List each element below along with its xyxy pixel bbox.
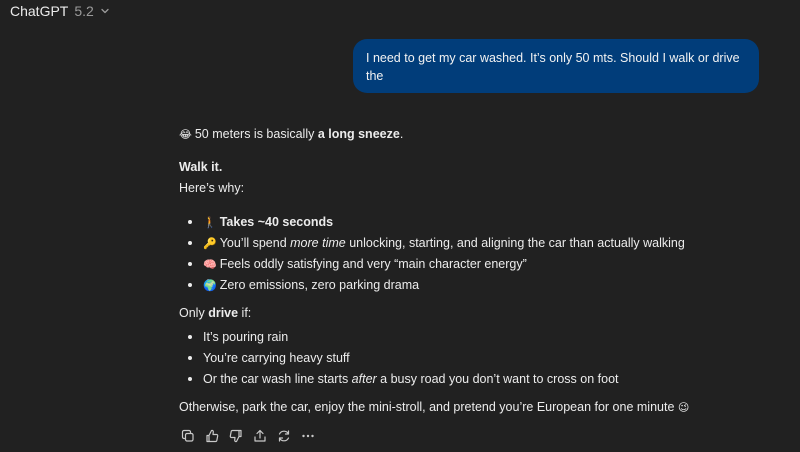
good-response-button[interactable] [204,428,219,443]
item-text: You’re carrying heavy stuff [203,351,350,365]
more-actions-button[interactable] [300,428,315,443]
app-name: ChatGPT [10,3,69,19]
only-drive-line: Only drive if: [179,304,251,322]
bullet-dot [188,262,192,266]
only-drive-before: Only [179,306,209,320]
intro-bold-text: a long sneeze [317,127,400,141]
chevron-down-icon [101,8,109,14]
verdict-text: Walk it. [179,160,223,174]
item-text: Takes ~40 seconds [219,215,334,229]
thumbs-down-icon [229,429,242,442]
user-message-text: I need to get my car washed. It’s only 5… [366,51,740,83]
reasons-list: 🚶 Takes ~40 seconds 🔑 You’ll spend more tim… [179,213,685,297]
bullet-dot [188,220,192,224]
bullet-dot [188,335,192,339]
item-text: unlocking, starting, and aligning the ca… [345,236,685,250]
item-emoji: 🚶 [203,217,217,229]
reason-item: 🚶 Takes ~40 seconds [179,213,685,234]
item-emoji: 🌍 [203,280,217,292]
item-emoji: 🔑 [203,238,217,250]
model-version: 5.2 [74,3,94,19]
wink-emoji: 😉 [677,402,690,414]
regenerate-icon [278,429,289,442]
drive-condition-item: Or the car wash line starts after a busy… [179,370,619,391]
item-text: Or the car wash line starts [203,372,352,386]
only-drive-after: if: [238,306,252,320]
reason-item: 🌍 Zero emissions, zero parking drama [179,276,685,297]
copy-button[interactable] [180,428,195,443]
bullet-dot [188,283,192,287]
item-text: after [351,372,377,386]
item-emoji: 🧠 [203,259,217,271]
only-drive-bold: drive [208,306,239,320]
item-text: It’s pouring rain [203,330,289,344]
intro-text: 50 meters is basically [194,127,318,141]
user-message-bubble: I need to get my car washed. It’s only 5… [353,39,759,93]
intro-line: 😂 50 meters is basically a long sneeze. [179,125,403,144]
why-label: Here’s why: [179,181,245,195]
item-text: Zero emissions, zero parking drama [219,278,420,292]
copy-icon [181,429,194,442]
bullet-dot [188,241,192,245]
bullet-dot [188,377,192,381]
share-button[interactable] [252,428,267,443]
bullet-dot [188,356,192,360]
thumbs-up-icon [205,429,218,442]
regenerate-button[interactable] [276,428,291,443]
bad-response-button[interactable] [228,428,243,443]
drive-condition-item: You’re carrying heavy stuff [179,349,619,370]
reason-item: 🔑 You’ll spend more time unlocking, start… [179,234,685,255]
intro-punct: . [399,127,404,141]
item-text: more time [290,236,346,250]
chat-page: ChatGPT 5.2 I need to get my car washed.… [0,0,800,452]
laughing-emoji: 😂 [179,129,192,141]
item-text: a busy road you don’t want to cross on f… [376,372,619,386]
message-actions [180,428,315,443]
reason-item: 🧠 Feels oddly satisfying and very “main c… [179,255,685,276]
item-text: You’ll spend [219,236,291,250]
closing-line: Otherwise, park the car, enjoy the mini-… [179,398,692,417]
drive-condition-item: It’s pouring rain [179,328,619,349]
closing-text: Otherwise, park the car, enjoy the mini-… [179,400,675,414]
item-text: Feels oddly satisfying and very “main ch… [219,257,527,271]
more-icon [301,434,314,437]
share-icon [253,429,266,442]
model-selector[interactable]: ChatGPT 5.2 [10,0,110,22]
drive-conditions-list: It’s pouring rain You’re carrying heavy s… [179,328,619,391]
